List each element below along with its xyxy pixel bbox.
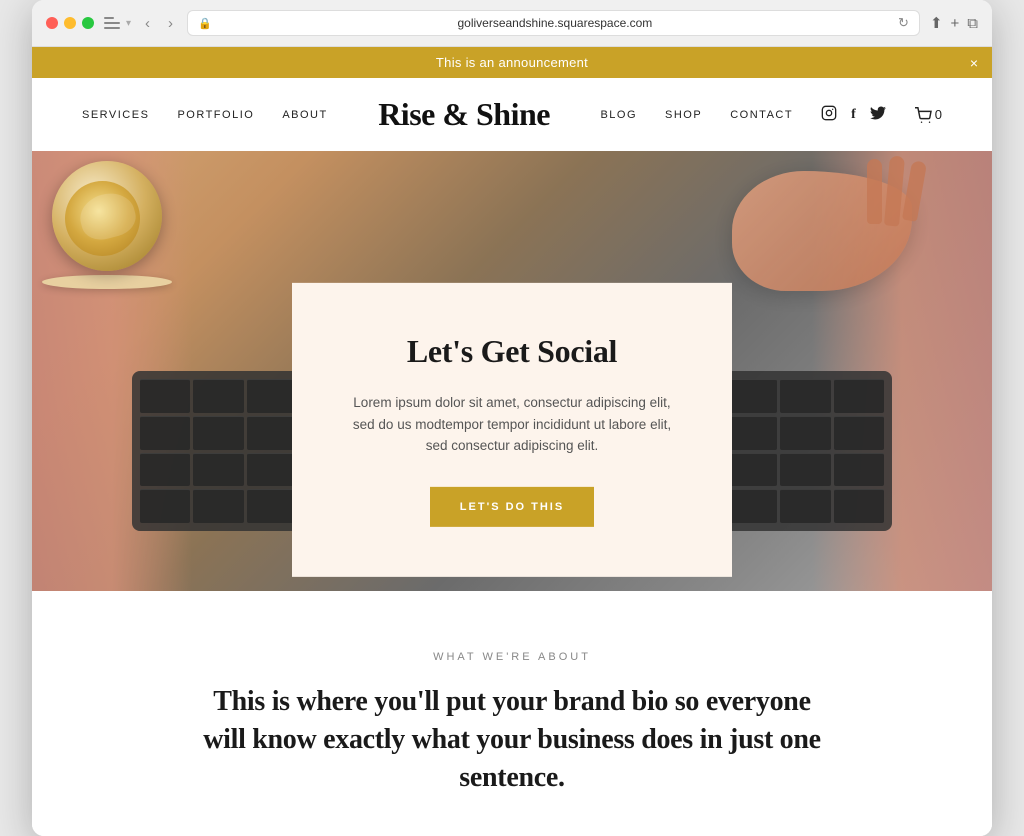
announcement-text: This is an announcement — [436, 55, 588, 70]
keyboard-key — [140, 453, 190, 487]
browser-chrome: ▾ ‹ › 🔒 goliverseandshine.squarespace.co… — [32, 0, 992, 47]
nav-services[interactable]: SERVICES — [82, 109, 149, 121]
traffic-lights — [46, 17, 94, 29]
browser-window: ▾ ‹ › 🔒 goliverseandshine.squarespace.co… — [32, 0, 992, 836]
lock-icon: 🔒 — [198, 17, 212, 30]
share-button[interactable]: ⬆ — [930, 14, 943, 32]
hero-section: // We'll generate keys via JS after the … — [32, 151, 992, 591]
website-content: This is an announcement × SERVICES PORTF… — [32, 47, 992, 836]
browser-controls: ▾ — [104, 17, 131, 29]
keyboard-key — [247, 379, 297, 413]
keyboard-key — [727, 489, 777, 523]
hand-area — [712, 151, 932, 331]
keyboard-key — [193, 379, 243, 413]
keyboard-key — [834, 416, 884, 450]
keyboard-key — [247, 489, 297, 523]
traffic-light-yellow[interactable] — [64, 17, 76, 29]
reload-button[interactable]: ↻ — [898, 15, 909, 31]
back-button[interactable]: ‹ — [141, 13, 154, 34]
nav-left: SERVICES PORTFOLIO ABOUT — [82, 109, 328, 121]
keyboard-key — [727, 416, 777, 450]
cart-count: 0 — [935, 107, 942, 122]
browser-actions: ⬆ + ⧉ — [930, 14, 978, 32]
social-icons: f — [821, 105, 886, 125]
nav-shop[interactable]: SHOP — [665, 109, 702, 121]
announcement-close-button[interactable]: × — [970, 55, 978, 71]
traffic-light-green[interactable] — [82, 17, 94, 29]
new-tab-button[interactable]: + — [951, 14, 960, 32]
keyboard-key — [727, 453, 777, 487]
address-bar[interactable]: 🔒 goliverseandshine.squarespace.com ↻ — [187, 10, 920, 36]
keyboard-key — [247, 416, 297, 450]
keyboard-key — [140, 489, 190, 523]
about-section: WHAT WE'RE ABOUT This is where you'll pu… — [32, 591, 992, 836]
chevron-down-icon: ▾ — [126, 18, 131, 29]
about-title: This is where you'll put your brand bio … — [202, 683, 822, 796]
keyboard-key — [247, 453, 297, 487]
sidebar-toggle-icon[interactable] — [104, 17, 120, 29]
forward-button[interactable]: › — [164, 13, 177, 34]
hero-card-text: Lorem ipsum dolor sit amet, consectur ad… — [342, 392, 682, 457]
cart-icon[interactable]: 0 — [914, 107, 942, 123]
traffic-light-red[interactable] — [46, 17, 58, 29]
coffee-cup — [52, 161, 172, 289]
twitter-icon[interactable] — [870, 106, 886, 124]
url-text: goliverseandshine.squarespace.com — [218, 16, 892, 30]
keyboard-key — [780, 489, 830, 523]
keyboard-key — [780, 416, 830, 450]
nav-right: BLOG SHOP CONTACT f — [600, 105, 942, 125]
navbar: SERVICES PORTFOLIO ABOUT Rise & Shine BL… — [32, 78, 992, 151]
keyboard-key — [780, 453, 830, 487]
keyboard-key — [140, 379, 190, 413]
keyboard-key — [140, 416, 190, 450]
keyboard-key — [193, 489, 243, 523]
tabs-button[interactable]: ⧉ — [967, 14, 978, 32]
keyboard-key — [834, 453, 884, 487]
instagram-icon[interactable] — [821, 105, 837, 125]
hero-cta-button[interactable]: LET'S DO THIS — [430, 487, 594, 527]
site-logo[interactable]: Rise & Shine — [378, 96, 550, 133]
announcement-bar: This is an announcement × — [32, 47, 992, 78]
hero-card-title: Let's Get Social — [342, 333, 682, 370]
nav-about[interactable]: ABOUT — [282, 109, 327, 121]
nav-portfolio[interactable]: PORTFOLIO — [177, 109, 254, 121]
hero-card: Let's Get Social Lorem ipsum dolor sit a… — [292, 283, 732, 577]
facebook-icon[interactable]: f — [851, 107, 856, 123]
keyboard-key — [727, 379, 777, 413]
keyboard-key — [780, 379, 830, 413]
nav-blog[interactable]: BLOG — [600, 109, 637, 121]
hero-background: // We'll generate keys via JS after the … — [32, 151, 992, 591]
keyboard-key — [193, 453, 243, 487]
about-subtitle: WHAT WE'RE ABOUT — [112, 651, 912, 663]
keyboard-key — [834, 379, 884, 413]
keyboard-key — [834, 489, 884, 523]
nav-contact[interactable]: CONTACT — [730, 109, 793, 121]
keyboard-key — [193, 416, 243, 450]
